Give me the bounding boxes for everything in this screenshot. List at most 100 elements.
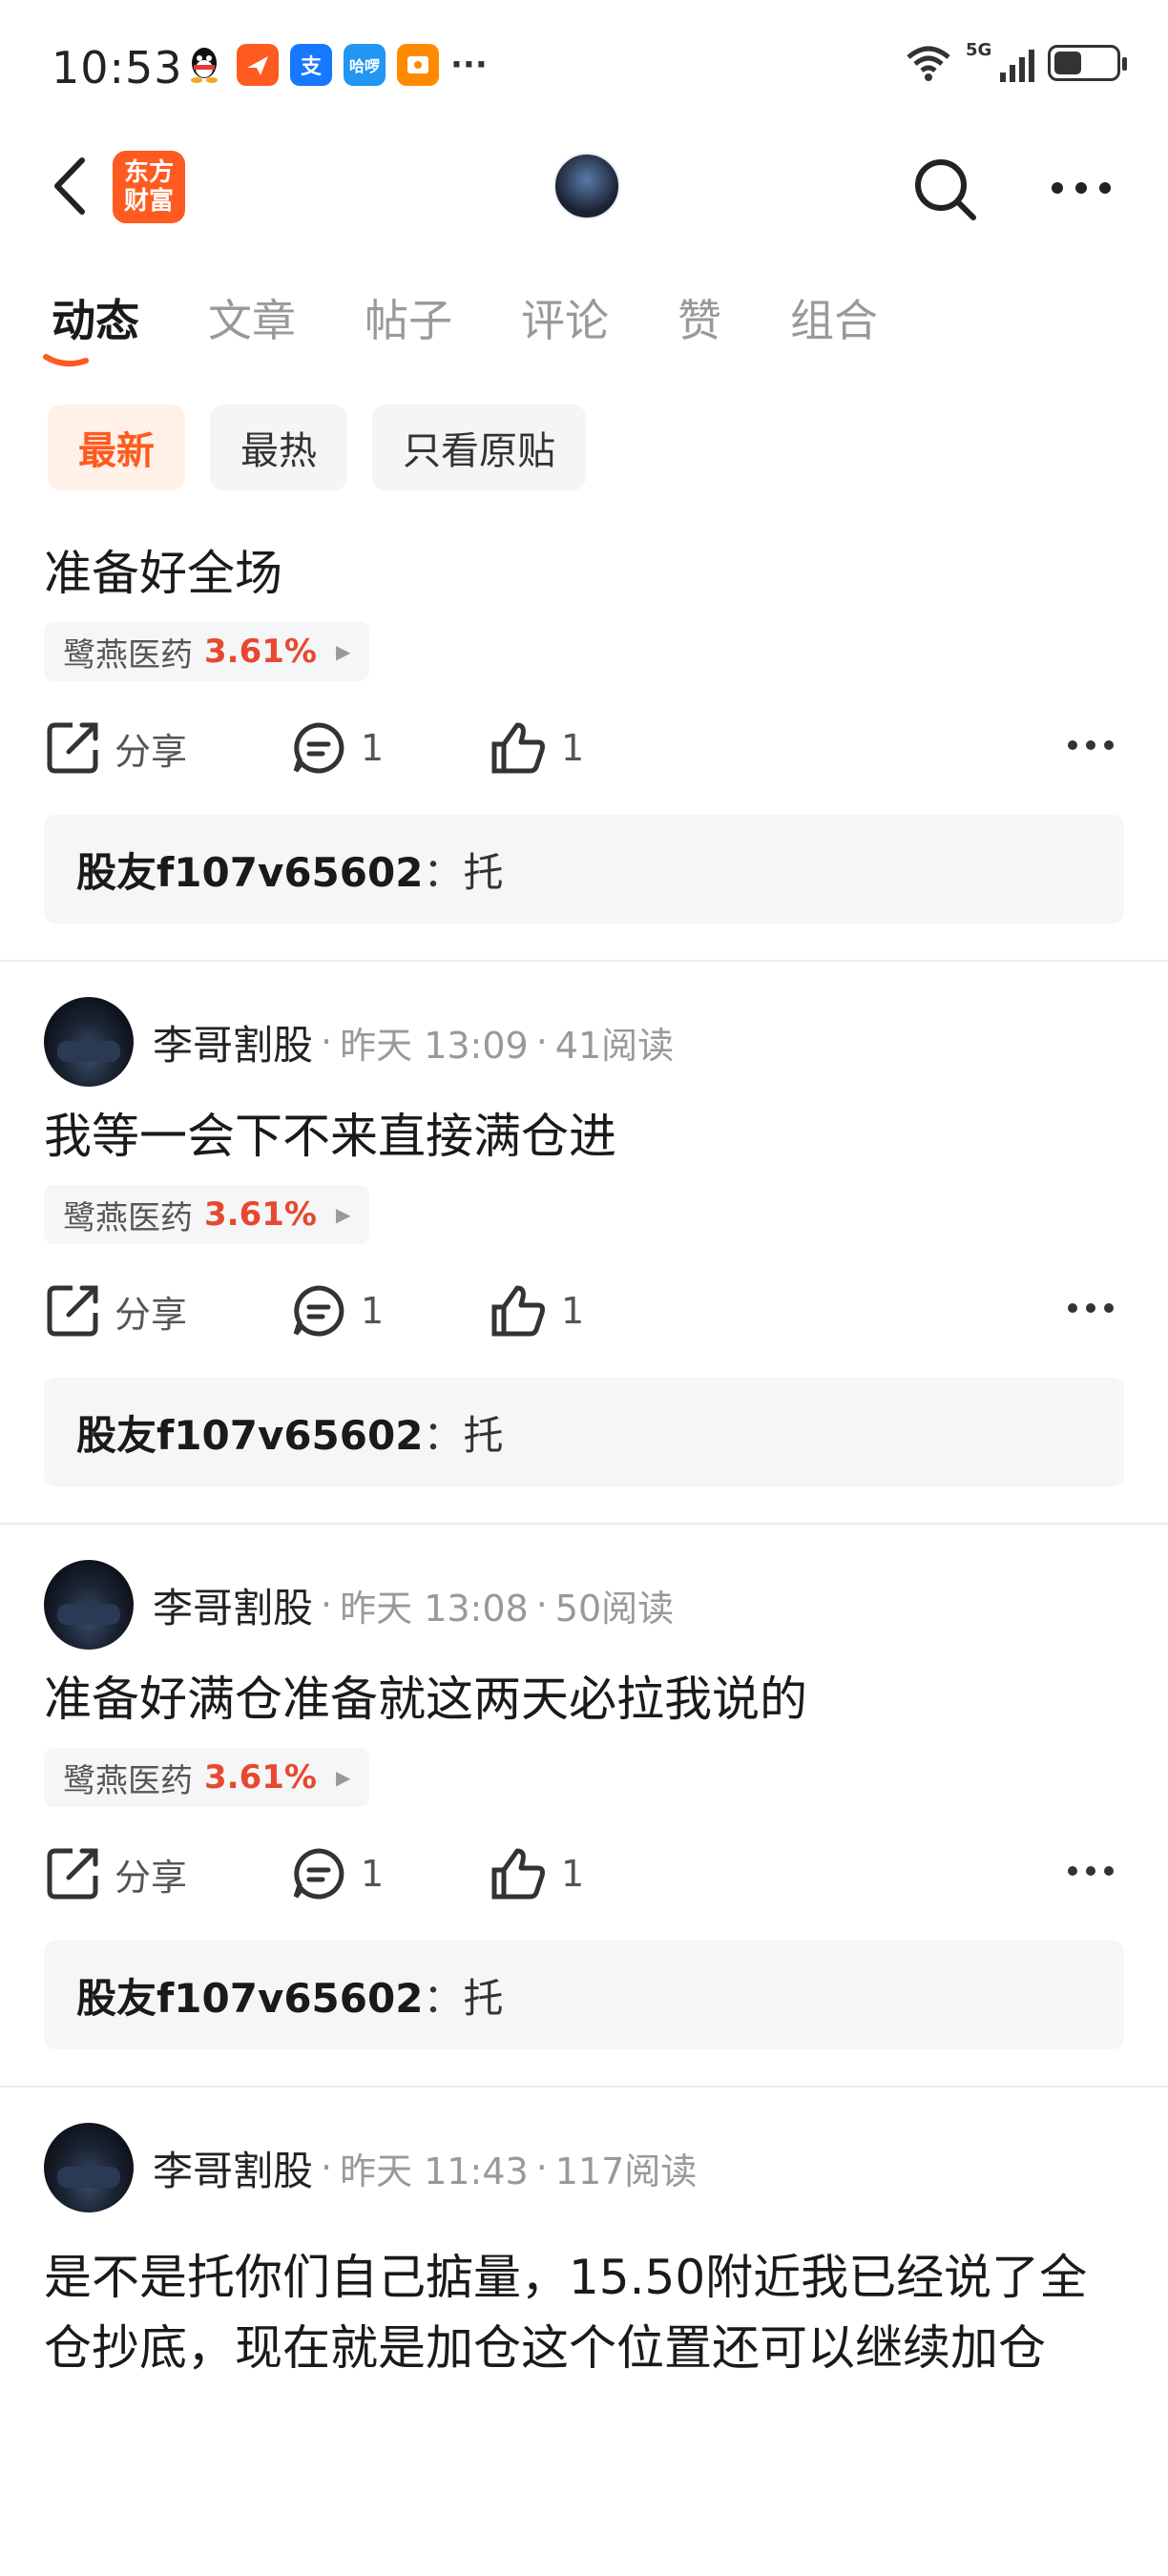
tab-posts[interactable]: 帖子: [365, 286, 452, 349]
filter-latest[interactable]: 最新: [48, 405, 185, 490]
author-name[interactable]: 李哥割股: [153, 1013, 313, 1071]
notification-icons: 支 哈啰 ···: [183, 44, 488, 86]
reply-text: 托: [463, 1411, 504, 1459]
share-icon: [47, 1848, 98, 1900]
tab-portfolio[interactable]: 组合: [790, 286, 878, 349]
like-button[interactable]: 1: [489, 719, 679, 777]
post-card[interactable]: 李哥割股 · 昨天 13:08 · 50阅读 准备好满仓准备就这两天必拉我说的 …: [0, 1559, 1168, 2049]
meta-dot: ·: [535, 1021, 548, 1063]
status-bar: 10:53 支 哈啰 ··· 5G: [0, 0, 1168, 134]
reply-user: 股友f107v65602: [76, 1411, 424, 1459]
comment-button[interactable]: 1: [290, 1282, 489, 1340]
author-name[interactable]: 李哥割股: [153, 1576, 313, 1634]
divider: [0, 960, 1168, 962]
meta-dot: ·: [321, 2147, 333, 2189]
tab-bar: 动态 文章 帖子 评论 赞 组合: [52, 286, 947, 349]
post-content[interactable]: 准备好满仓准备就这两天必拉我说的: [44, 1664, 1124, 1735]
divider: [0, 2086, 1168, 2088]
share-label: 分享: [115, 1293, 188, 1336]
share-icon: [47, 722, 98, 774]
post-header: 李哥割股 · 昨天 13:09 · 41阅读: [44, 996, 1124, 1088]
search-icon[interactable]: [910, 155, 979, 223]
stock-change: 3.61%: [204, 633, 317, 671]
tab-dynamic[interactable]: 动态: [52, 286, 139, 349]
back-arrow-icon[interactable]: [48, 155, 95, 218]
reply-preview[interactable]: 股友f107v65602：托: [44, 815, 1124, 924]
post-more-icon[interactable]: [1067, 1864, 1115, 1878]
comment-icon: [293, 1848, 344, 1900]
comment-count: 1: [361, 1290, 385, 1332]
post-more-icon[interactable]: [1067, 1301, 1115, 1315]
more-notifications-icon: ···: [450, 46, 488, 84]
reply-user: 股友f107v65602: [76, 848, 424, 896]
post-card[interactable]: 准备好全场 鹭燕医药 3.61% ▶ 分享 1 1 股友f107v65602：托: [0, 538, 1168, 924]
wallet-icon: [397, 44, 439, 86]
share-label: 分享: [115, 1856, 188, 1899]
comment-count: 1: [361, 727, 385, 769]
author-avatar[interactable]: [44, 997, 134, 1087]
share-icon: [47, 1285, 98, 1337]
post-card[interactable]: 李哥割股 · 昨天 11:43 · 117阅读 是不是托你们自己掂量，15.50…: [0, 2122, 1168, 2383]
comment-count: 1: [361, 1853, 385, 1895]
profile-avatar[interactable]: [553, 153, 620, 219]
more-options-icon[interactable]: [1050, 177, 1113, 198]
author-avatar[interactable]: [44, 2123, 134, 2212]
filter-original-only[interactable]: 只看原贴: [372, 405, 586, 490]
network-type: 5G: [966, 40, 992, 60]
top-nav: 东方财富: [0, 134, 1168, 239]
tab-likes[interactable]: 赞: [678, 286, 721, 349]
tab-articles[interactable]: 文章: [208, 286, 296, 349]
qq-icon: [183, 44, 225, 86]
brand-logo-text: 东方财富: [123, 158, 174, 216]
status-time: 10:53: [52, 42, 183, 93]
post-content[interactable]: 是不是托你们自己掂量，15.50附近我已经说了全仓抄底，现在就是加仓这个位置还可…: [44, 2242, 1124, 2383]
stock-change: 3.61%: [204, 1195, 317, 1234]
brand-logo[interactable]: 东方财富: [113, 151, 185, 223]
read-count: 117阅读: [554, 2150, 698, 2192]
share-label: 分享: [115, 730, 188, 773]
meta-dot: ·: [321, 1584, 333, 1626]
meta-dot: ·: [535, 1584, 548, 1626]
share-button[interactable]: 分享: [44, 1282, 290, 1340]
stock-name: 鹭燕医药: [63, 1761, 193, 1800]
post-card[interactable]: 李哥割股 · 昨天 13:09 · 41阅读 我等一会下不来直接满仓进 鹭燕医药…: [0, 996, 1168, 1486]
stock-tag[interactable]: 鹭燕医药 3.61% ▶: [44, 622, 370, 681]
reply-preview[interactable]: 股友f107v65602：托: [44, 1941, 1124, 2049]
reply-separator: ：: [423, 848, 464, 896]
filter-hottest[interactable]: 最热: [210, 405, 347, 490]
share-button[interactable]: 分享: [44, 1845, 290, 1902]
stock-name: 鹭燕医药: [63, 635, 193, 675]
author-name[interactable]: 李哥割股: [153, 2139, 313, 2197]
post-content[interactable]: 准备好全场: [44, 538, 1124, 609]
comment-button[interactable]: 1: [290, 719, 489, 777]
stock-tag[interactable]: 鹭燕医药 3.61% ▶: [44, 1748, 370, 1807]
reply-text: 托: [463, 1974, 504, 2022]
play-arrow-icon: ▶: [335, 1766, 351, 1789]
stock-tag[interactable]: 鹭燕医药 3.61% ▶: [44, 1185, 370, 1244]
comment-button[interactable]: 1: [290, 1845, 489, 1902]
like-button[interactable]: 1: [489, 1282, 679, 1340]
comment-icon: [293, 1285, 344, 1337]
like-count: 1: [561, 1853, 585, 1895]
reply-separator: ：: [423, 1974, 464, 2022]
post-content[interactable]: 我等一会下不来直接满仓进: [44, 1101, 1124, 1172]
tab-comments[interactable]: 评论: [521, 286, 609, 349]
post-time: 昨天 13:09: [340, 1024, 529, 1067]
active-tab-indicator: [43, 354, 89, 367]
meta-dot: ·: [321, 1021, 333, 1063]
like-button[interactable]: 1: [489, 1845, 679, 1902]
author-avatar[interactable]: [44, 1560, 134, 1650]
post-actions: 分享 1 1: [44, 681, 1124, 815]
read-count: 50阅读: [554, 1587, 675, 1630]
reply-text: 托: [463, 848, 504, 896]
like-count: 1: [561, 727, 585, 769]
stock-change: 3.61%: [204, 1758, 317, 1797]
reply-preview[interactable]: 股友f107v65602：托: [44, 1378, 1124, 1486]
system-icons: 5G: [905, 40, 1127, 82]
post-more-icon[interactable]: [1067, 738, 1115, 752]
meta-dot: ·: [535, 2147, 548, 2189]
share-button[interactable]: 分享: [44, 719, 290, 777]
feishu-icon: [237, 44, 279, 86]
play-arrow-icon: ▶: [335, 1203, 351, 1226]
play-arrow-icon: ▶: [335, 640, 351, 663]
